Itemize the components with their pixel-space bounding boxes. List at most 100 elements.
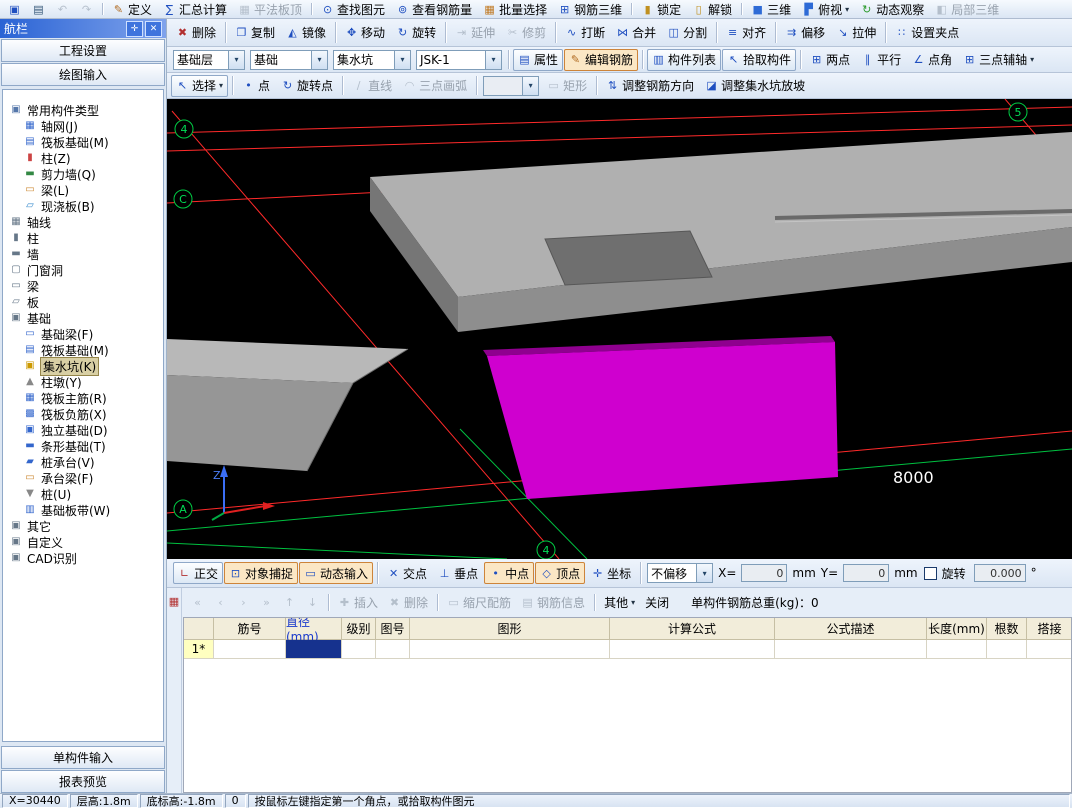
parallel-button[interactable]: ∥平行 xyxy=(856,49,906,71)
viewport[interactable]: 4 C A 4 5 Z 8000 xyxy=(167,99,1072,559)
column-header[interactable]: 搭接 xyxy=(1027,618,1072,640)
column-header[interactable]: 直径(mm) xyxy=(286,618,342,640)
category-select[interactable]: 基础▾ xyxy=(250,50,328,70)
viewport-3d-scene[interactable]: 4 C A 4 5 Z 8000 xyxy=(167,99,1072,559)
offset-mode-select[interactable]: 不偏移▾ xyxy=(647,563,713,583)
define-button[interactable]: ✎定义 xyxy=(107,0,157,18)
merge-button[interactable]: ⋈合并 xyxy=(611,22,661,44)
rebar-3d-button[interactable]: ⊞钢筋三维 xyxy=(553,0,627,18)
column-header[interactable]: 筋号 xyxy=(214,618,286,640)
tree-item[interactable]: ▢门窗洞 xyxy=(3,262,163,278)
table-cell[interactable] xyxy=(1027,640,1072,659)
table-row[interactable]: 1* xyxy=(184,640,1071,659)
table-cell[interactable] xyxy=(376,640,410,659)
unlock-button[interactable]: ▯解锁 xyxy=(687,0,737,18)
align-button[interactable]: ≡对齐 xyxy=(721,22,771,44)
tree-item[interactable]: ▦轴网(J) xyxy=(3,118,163,134)
table-cell[interactable] xyxy=(775,640,927,659)
tree-item[interactable]: ▮柱(Z) xyxy=(3,150,163,166)
summary-calc-button[interactable]: ∑汇总计算 xyxy=(158,0,232,18)
table-cell[interactable] xyxy=(410,640,610,659)
orbit-button[interactable]: ↻动态观察 xyxy=(855,0,929,18)
snap-midpoint-button[interactable]: •中点 xyxy=(484,562,534,584)
grip-settings-button[interactable]: ∷设置夹点 xyxy=(890,22,964,44)
delete-button[interactable]: ✖删除 xyxy=(171,22,221,44)
tree-item[interactable]: ▬墙 xyxy=(3,246,163,262)
column-header[interactable]: 图形 xyxy=(410,618,610,640)
top-view-button[interactable]: ▛俯视▾ xyxy=(797,0,854,18)
view-3d-button[interactable]: ■三维 xyxy=(746,0,796,18)
tree-item[interactable]: ▣自定义 xyxy=(3,534,163,550)
project-settings-button[interactable]: 工程设置 xyxy=(1,39,165,62)
rotate-button[interactable]: ↻旋转 xyxy=(391,22,441,44)
dynamic-input-button[interactable]: ▭动态输入 xyxy=(299,562,373,584)
batch-select-button[interactable]: ▦批量选择 xyxy=(478,0,552,18)
chevron-down-icon[interactable]: ▾ xyxy=(394,51,410,69)
adjust-rebar-direction-button[interactable]: ⇅调整钢筋方向 xyxy=(601,75,699,97)
column-header[interactable]: 图号 xyxy=(376,618,410,640)
column-header[interactable]: 长度(mm) xyxy=(927,618,987,640)
grid-panel-icon[interactable]: ▦ xyxy=(168,596,181,793)
move-button[interactable]: ✥移动 xyxy=(340,22,390,44)
table-cell[interactable] xyxy=(214,640,286,659)
tree-item[interactable]: ▣CAD识别 xyxy=(3,550,163,566)
point-angle-button[interactable]: ∠点角 xyxy=(907,49,957,71)
tree-item[interactable]: ▤筏板基础(M) xyxy=(3,342,163,358)
snap-vertex-button[interactable]: ◇顶点 xyxy=(535,562,585,584)
rotate-checkbox[interactable]: 旋转 xyxy=(924,565,968,582)
chevron-down-icon[interactable]: ▾ xyxy=(228,51,244,69)
tree-item[interactable]: ▣常用构件类型 xyxy=(3,102,163,118)
point-button[interactable]: •点 xyxy=(237,75,275,97)
tree-item[interactable]: ▩筏板负筋(X) xyxy=(3,406,163,422)
tree-item[interactable]: ▼桩(U) xyxy=(3,486,163,502)
column-header[interactable]: 级别 xyxy=(342,618,376,640)
tree-item[interactable]: ▣基础 xyxy=(3,310,163,326)
snap-coordinate-button[interactable]: ✛坐标 xyxy=(586,562,636,584)
chevron-down-icon[interactable]: ▾ xyxy=(311,51,327,69)
find-element-button[interactable]: ⊙查找图元 xyxy=(316,0,390,18)
tree-item[interactable]: ▭梁(L) xyxy=(3,182,163,198)
osnap-button[interactable]: ⊡对象捕捉 xyxy=(224,562,298,584)
tree-item[interactable]: ▤筏板基础(M) xyxy=(3,134,163,150)
two-point-button[interactable]: ⊞两点 xyxy=(805,49,855,71)
pin-icon[interactable]: ✛ xyxy=(126,21,143,37)
tree-item[interactable]: ▱现浇板(B) xyxy=(3,198,163,214)
tree-item[interactable]: ▱板 xyxy=(3,294,163,310)
snap-perpendicular-button[interactable]: ⊥垂点 xyxy=(433,562,483,584)
element-type-select[interactable]: 集水坑▾ xyxy=(333,50,411,70)
adjust-sump-slope-button[interactable]: ◪调整集水坑放坡 xyxy=(700,75,810,97)
table-cell[interactable] xyxy=(610,640,775,659)
tree-item[interactable]: ▬条形基础(T) xyxy=(3,438,163,454)
component-list-button[interactable]: ▥构件列表 xyxy=(647,49,721,71)
row-header-cell[interactable]: 1* xyxy=(184,640,214,659)
tree-item[interactable]: ▮柱 xyxy=(3,230,163,246)
three-point-aux-axis-button[interactable]: ⊞三点辅轴▾ xyxy=(958,49,1039,71)
offset-button[interactable]: ⇉偏移 xyxy=(780,22,830,44)
close-button[interactable]: 关闭 xyxy=(641,593,673,613)
nav-panel-titlebar[interactable]: 航栏 ✛ ✕ xyxy=(0,19,166,38)
mirror-button[interactable]: ◭镜像 xyxy=(281,22,331,44)
tree-item[interactable]: ▲柱墩(Y) xyxy=(3,374,163,390)
save-button[interactable]: ▤ xyxy=(27,0,50,18)
tree-item[interactable]: ▣其它 xyxy=(3,518,163,534)
y-input[interactable] xyxy=(843,564,889,582)
table-cell[interactable] xyxy=(927,640,987,659)
table-cell[interactable] xyxy=(342,640,376,659)
tree-item[interactable]: ▭梁 xyxy=(3,278,163,294)
report-preview-button[interactable]: 报表预览 xyxy=(1,770,165,793)
tree-item[interactable]: ▥基础板带(W) xyxy=(3,502,163,518)
floor-select[interactable]: 基础层▾ xyxy=(173,50,245,70)
tree-item[interactable]: ▭基础梁(F) xyxy=(3,326,163,342)
properties-button[interactable]: ▤属性 xyxy=(513,49,563,71)
copy-button[interactable]: ❐复制 xyxy=(230,22,280,44)
tree-item[interactable]: ▰桩承台(V) xyxy=(3,454,163,470)
sump-pit-selected[interactable] xyxy=(483,336,838,499)
ortho-button[interactable]: ∟正交 xyxy=(173,562,223,584)
chevron-down-icon[interactable]: ▾ xyxy=(696,564,712,582)
other-button[interactable]: 其他▾ xyxy=(600,593,639,613)
tree-item[interactable]: ▦轴线 xyxy=(3,214,163,230)
rotate-point-button[interactable]: ↻旋转点 xyxy=(276,75,338,97)
drawing-input-button[interactable]: 绘图输入 xyxy=(1,63,165,86)
tree-item[interactable]: ▬剪力墙(Q) xyxy=(3,166,163,182)
single-component-input-button[interactable]: 单构件输入 xyxy=(1,746,165,769)
